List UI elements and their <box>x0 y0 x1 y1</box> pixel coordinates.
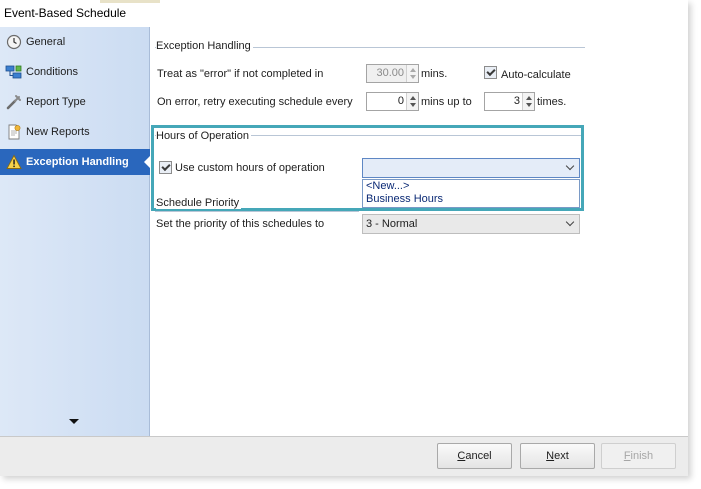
spinner-arrows[interactable] <box>406 93 418 110</box>
retry-label: On error, retry executing schedule every <box>157 96 353 108</box>
chevron-down-icon[interactable] <box>565 161 575 171</box>
dropdown-option-new[interactable]: <New...> <box>363 180 579 193</box>
finish-button[interactable]: Finish <box>601 443 676 469</box>
retry-every-value: 0 <box>397 95 404 107</box>
retry-times-label: times. <box>537 96 567 108</box>
checkmark-icon <box>160 161 171 172</box>
sidebar: General Conditions Report Type New Repor… <box>0 27 151 436</box>
retry-times-value: 3 <box>513 95 520 107</box>
schedule-priority-heading: Schedule Priority <box>156 197 242 209</box>
hours-of-operation-dropdown[interactable] <box>362 158 580 178</box>
checkmark-icon <box>485 66 496 77</box>
spin-down-icon[interactable] <box>410 103 416 107</box>
custom-hours-checkbox[interactable] <box>159 161 172 174</box>
dropdown-option-business-hours[interactable]: Business Hours <box>363 193 579 206</box>
sidebar-item-label: Conditions <box>26 66 78 78</box>
error-timeout-value: 30.00 <box>376 67 404 79</box>
auto-calculate-checkbox[interactable] <box>484 66 497 79</box>
title-bar: Event-Based Schedule <box>0 0 688 27</box>
retry-mins-label: mins up to <box>421 96 472 108</box>
spin-up-icon[interactable] <box>526 96 532 100</box>
exception-handling-heading: Exception Handling <box>156 40 253 52</box>
conditions-icon <box>3 59 25 85</box>
sidebar-item-conditions[interactable]: Conditions <box>0 59 150 85</box>
cancel-label: ancel <box>465 450 492 462</box>
priority-dropdown[interactable]: 3 - Normal <box>362 214 580 234</box>
retry-times-spinner[interactable]: 3 <box>484 92 535 111</box>
warning-icon <box>3 149 25 175</box>
sidebar-item-general[interactable]: General <box>0 29 150 55</box>
spin-down-icon[interactable] <box>526 103 532 107</box>
schedule-priority-divider <box>155 211 359 212</box>
next-button[interactable]: Next <box>520 443 595 469</box>
sidebar-item-label: New Reports <box>26 126 90 138</box>
clock-icon <box>3 29 25 55</box>
dialog-footer: Cancel Next Finish <box>0 436 688 476</box>
spinner-arrows[interactable] <box>522 93 534 110</box>
retry-every-spinner[interactable]: 0 <box>366 92 419 111</box>
sidebar-item-label: Report Type <box>26 96 86 108</box>
error-timeout-unit: mins. <box>421 68 448 80</box>
wrench-icon <box>3 89 25 115</box>
auto-calculate-label: Auto-calculate <box>501 69 571 81</box>
custom-hours-label: Use custom hours of operation <box>175 162 325 174</box>
spin-up-icon[interactable] <box>410 96 416 100</box>
priority-selected-value: 3 - Normal <box>366 218 418 230</box>
finish-accelerator: F <box>623 450 631 462</box>
sidebar-item-exception-handling[interactable]: Exception Handling <box>0 149 151 175</box>
title-bar-decoration <box>100 0 160 3</box>
main-panel: Exception Handling Treat as "error" if n… <box>151 27 688 436</box>
event-based-schedule-window: Event-Based Schedule General Conditions … <box>0 0 688 476</box>
cancel-button[interactable]: Cancel <box>437 443 512 469</box>
window-title: Event-Based Schedule <box>4 6 127 20</box>
report-icon <box>3 119 25 145</box>
sidebar-item-label: Exception Handling <box>26 156 129 168</box>
spinner-arrows[interactable] <box>406 65 418 82</box>
sidebar-item-new-reports[interactable]: New Reports <box>0 119 150 145</box>
error-timeout-spinner[interactable]: 30.00 <box>366 64 419 83</box>
scroll-down-arrow-icon[interactable] <box>69 419 79 424</box>
priority-label: Set the priority of this schedules to <box>156 218 325 230</box>
hours-of-operation-heading: Hours of Operation <box>156 130 251 142</box>
cancel-accelerator: C <box>457 450 466 462</box>
finish-label: inish <box>630 450 654 462</box>
spin-down-icon[interactable] <box>410 75 416 79</box>
active-indicator <box>144 155 151 169</box>
error-timeout-label: Treat as "error" if not completed in <box>157 68 324 80</box>
next-accelerator: N <box>546 450 555 462</box>
spin-up-icon[interactable] <box>410 68 416 72</box>
sidebar-item-report-type[interactable]: Report Type <box>0 89 150 115</box>
sidebar-item-label: General <box>26 36 66 48</box>
hours-dropdown-list: <New...> Business Hours <box>362 179 580 208</box>
next-label: ext <box>554 450 569 462</box>
chevron-down-icon[interactable] <box>565 217 575 227</box>
